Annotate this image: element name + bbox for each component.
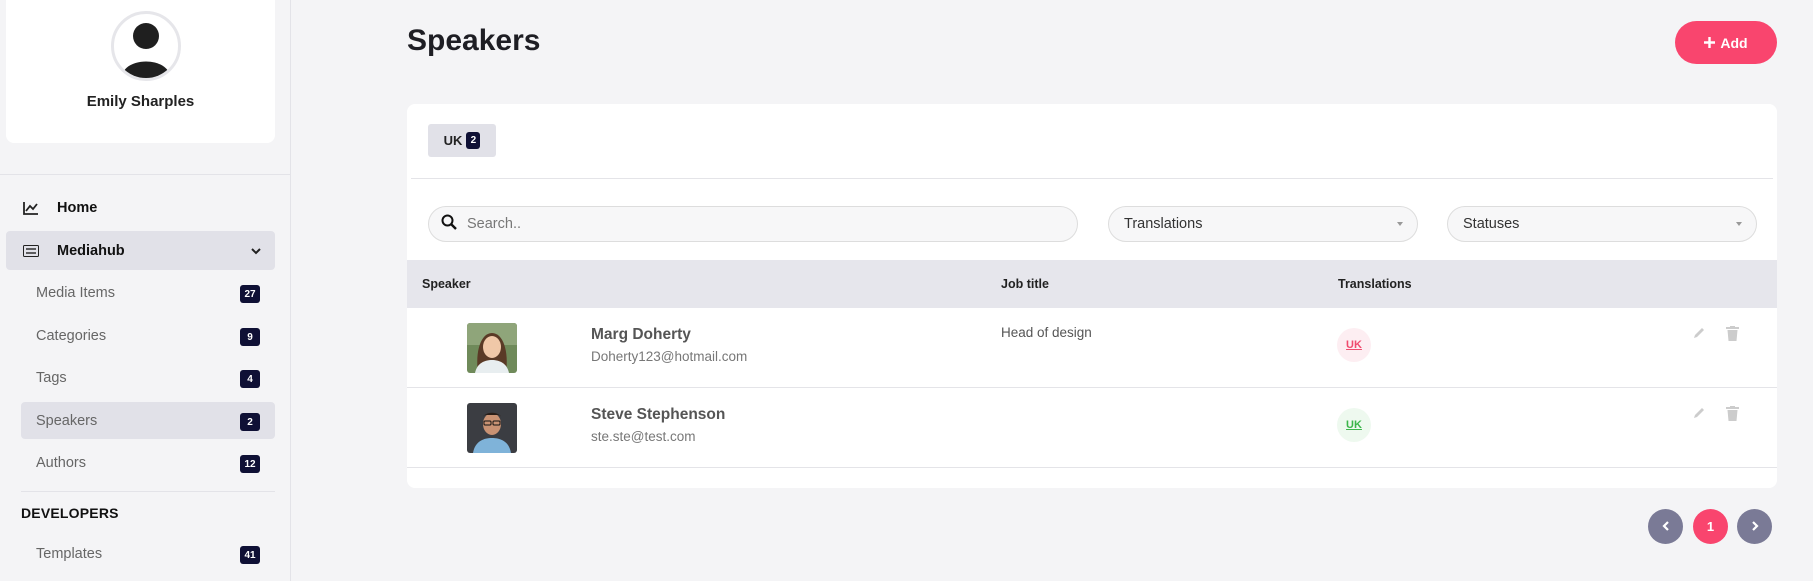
sidebar-item-media-items[interactable]: Media Items 27 xyxy=(21,274,275,311)
sidebar: Emily Sharples Home Mediahub Media Items… xyxy=(0,0,291,581)
speaker-job-title: Head of design xyxy=(1001,325,1092,340)
sidebar-item-label: Speakers xyxy=(36,412,98,429)
table-row[interactable]: Steve Stephenson ste.ste@test.com UK xyxy=(407,388,1777,468)
select-value: Statuses xyxy=(1463,216,1520,232)
sidebar-item-speakers[interactable]: Speakers 2 xyxy=(21,402,275,439)
search-icon xyxy=(441,214,457,235)
sidebar-item-label: Authors xyxy=(36,454,86,471)
column-header-job-title[interactable]: Job title xyxy=(1001,277,1049,291)
count-badge: 41 xyxy=(240,546,260,564)
caret-down-icon xyxy=(1397,222,1403,226)
tab-count-badge: 2 xyxy=(466,132,481,149)
sidebar-item-label: Mediahub xyxy=(57,242,125,259)
count-badge: 4 xyxy=(240,370,260,388)
sidebar-item-home[interactable]: Home xyxy=(6,188,275,227)
edit-icon[interactable] xyxy=(1691,405,1707,421)
card-divider xyxy=(411,178,1773,179)
user-avatar-icon[interactable] xyxy=(111,11,181,81)
translation-badge[interactable]: UK xyxy=(1337,328,1371,362)
search-input[interactable] xyxy=(467,216,1047,232)
count-badge: 27 xyxy=(240,285,260,303)
tab-uk[interactable]: UK 2 xyxy=(428,124,496,157)
sidebar-divider xyxy=(0,174,291,175)
speaker-photo xyxy=(467,323,517,373)
trash-icon[interactable] xyxy=(1724,325,1740,341)
table-row[interactable]: Marg Doherty Doherty123@hotmail.com Head… xyxy=(407,308,1777,388)
sidebar-item-label: Tags xyxy=(36,369,67,386)
translation-badge[interactable]: UK xyxy=(1337,408,1371,442)
table-header: Speaker Job title Translations xyxy=(407,260,1777,308)
count-badge: 2 xyxy=(240,413,260,431)
page-button-current[interactable]: 1 xyxy=(1693,509,1728,544)
chart-line-icon xyxy=(21,200,41,216)
next-page-button[interactable] xyxy=(1737,509,1772,544)
column-header-translations[interactable]: Translations xyxy=(1338,277,1412,291)
speakers-card: UK 2 Translations Statuses Speaker Job t… xyxy=(407,104,1777,488)
list-icon xyxy=(21,243,41,259)
speaker-email: ste.ste@test.com xyxy=(591,429,696,444)
chevron-right-icon xyxy=(1751,519,1759,534)
plus-icon xyxy=(1704,35,1716,51)
sidebar-item-categories[interactable]: Categories 9 xyxy=(21,317,275,354)
trash-icon[interactable] xyxy=(1724,405,1740,421)
sidebar-divider xyxy=(21,491,275,492)
search-field[interactable] xyxy=(428,206,1078,242)
count-badge: 12 xyxy=(240,455,260,473)
prev-page-button[interactable] xyxy=(1648,509,1683,544)
sidebar-item-authors[interactable]: Authors 12 xyxy=(21,444,275,481)
translations-select[interactable]: Translations xyxy=(1108,206,1418,242)
statuses-select[interactable]: Statuses xyxy=(1447,206,1757,242)
profile-card: Emily Sharples xyxy=(6,0,275,143)
add-button[interactable]: Add xyxy=(1675,21,1777,64)
sidebar-item-tags[interactable]: Tags 4 xyxy=(21,359,275,396)
edit-icon[interactable] xyxy=(1691,325,1707,341)
sidebar-item-label: Categories xyxy=(36,327,107,344)
sidebar-item-label: Home xyxy=(57,199,98,216)
select-value: Translations xyxy=(1124,216,1203,232)
tab-label: UK xyxy=(443,133,463,148)
sidebar-item-mediahub[interactable]: Mediahub xyxy=(6,231,275,270)
speaker-photo xyxy=(467,403,517,453)
speaker-name: Steve Stephenson xyxy=(591,406,726,423)
column-header-speaker[interactable]: Speaker xyxy=(422,277,471,291)
sidebar-item-templates[interactable]: Templates 41 xyxy=(21,535,275,572)
speaker-email: Doherty123@hotmail.com xyxy=(591,349,748,364)
page-title: Speakers xyxy=(407,24,541,57)
speaker-name: Marg Doherty xyxy=(591,326,691,343)
profile-name: Emily Sharples xyxy=(86,93,195,110)
sidebar-item-label: Media Items xyxy=(36,284,115,301)
add-button-label: Add xyxy=(1720,34,1748,51)
sidebar-item-label: Templates xyxy=(36,545,103,562)
count-badge: 9 xyxy=(240,328,260,346)
chevron-left-icon xyxy=(1661,519,1670,534)
section-label-developers: DEVELOPERS xyxy=(21,505,119,521)
chevron-down-icon[interactable] xyxy=(251,243,261,259)
caret-down-icon xyxy=(1736,222,1742,226)
